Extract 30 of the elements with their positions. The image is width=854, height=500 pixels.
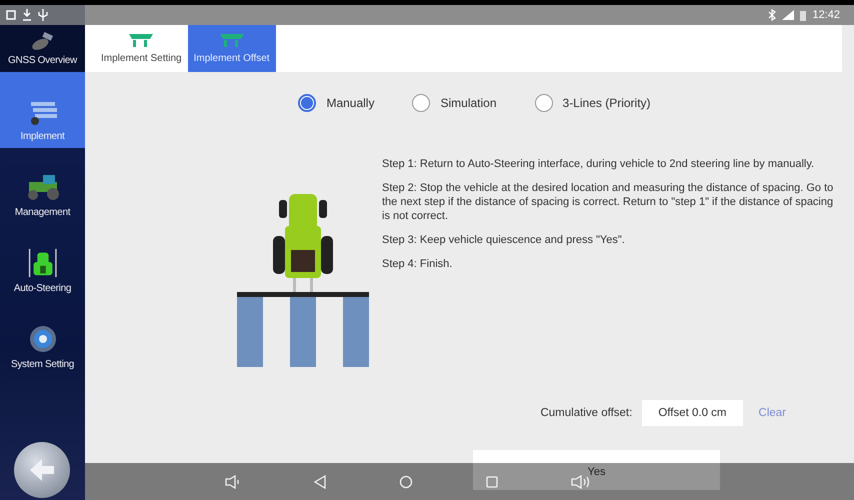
step-text: Step 3: Keep vehicle quiescence and press "Yes".	[382, 233, 626, 247]
volume-down-icon[interactable]	[225, 474, 241, 488]
sidebar-item[interactable]: Auto-Steering	[0, 224, 85, 300]
yes-button[interactable]: Yes	[473, 450, 720, 490]
radio-option[interactable]: Manually	[298, 94, 374, 112]
radio-option[interactable]: Simulation	[412, 94, 497, 112]
tab[interactable]: Implement Setting	[95, 25, 188, 72]
offset-label: Cumulative offset:	[540, 407, 632, 419]
battery-icon	[800, 10, 806, 20]
signal-icon	[782, 10, 794, 20]
clock: 12:42	[812, 9, 840, 21]
radio-button[interactable]	[412, 94, 430, 112]
back-icon[interactable]	[313, 474, 327, 488]
offset-field: Offset 0.0 cm	[642, 400, 743, 426]
tab[interactable]: Implement Offset	[188, 25, 276, 72]
download-icon	[22, 9, 32, 21]
home-icon[interactable]	[399, 474, 413, 488]
sidebar-item[interactable]: GNSS Overview	[0, 25, 85, 72]
radio-option[interactable]: 3-Lines (Priority)	[534, 94, 651, 112]
step-text: Step 2: Stop the vehicle at the desired location and measuring the distance of spacing. Go to the next step if the distance of spacing is correct. Return to "step 1" if the distance of spacing is not correct.	[382, 181, 834, 223]
step-text: Step 4: Finish.	[382, 257, 454, 271]
sidebar-item[interactable]: System Setting	[0, 300, 85, 376]
radio-button[interactable]	[534, 94, 553, 112]
image-icon	[6, 10, 16, 20]
sidebar-item[interactable]: Implement	[0, 72, 85, 148]
radio-button[interactable]	[298, 94, 316, 112]
bluetooth-icon	[768, 9, 776, 21]
usb-icon	[38, 9, 48, 21]
step-text: Step 1: Return to Auto-Steering interface, during vehicle to 2nd steering line by manually.	[382, 157, 816, 171]
sidebar-item[interactable]: Management	[0, 148, 85, 224]
